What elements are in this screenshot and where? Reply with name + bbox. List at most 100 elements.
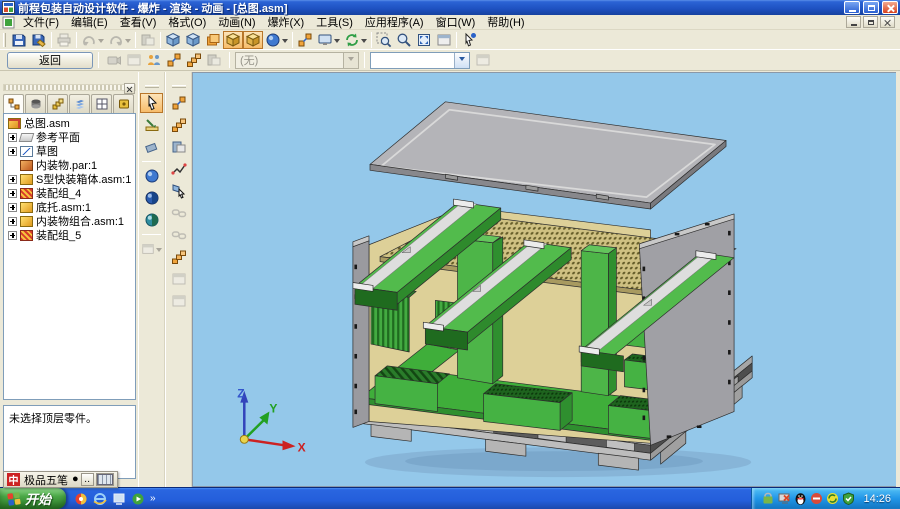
named-views-button[interactable]: [315, 31, 342, 49]
tree-item-contents-assembly[interactable]: 内装物组合.asm:1: [5, 214, 134, 228]
tree-item-sketch[interactable]: 草图: [5, 144, 134, 158]
dropdown-arrow-icon[interactable]: [98, 39, 104, 46]
back-button[interactable]: 返回: [7, 52, 93, 69]
expand-icon[interactable]: [8, 203, 17, 212]
child-minimize-button[interactable]: [846, 16, 861, 28]
show-desktop-icon[interactable]: [112, 492, 126, 506]
app-launcher-icon[interactable]: [74, 492, 88, 506]
ime-name[interactable]: 极品五笔: [22, 472, 70, 488]
context-help-button[interactable]: [459, 31, 479, 49]
menu-file[interactable]: 文件(F): [17, 14, 65, 30]
tree-item-contents-part[interactable]: 内装物.par:1: [5, 158, 134, 172]
shaded-view-button[interactable]: [203, 31, 223, 49]
explode-parts-button[interactable]: [164, 51, 184, 69]
menu-edit[interactable]: 编辑(E): [65, 14, 114, 30]
tab-assembly-pathfinder[interactable]: [3, 94, 24, 113]
tree-item-root[interactable]: 总图.asm: [5, 116, 134, 130]
close-button[interactable]: [882, 1, 898, 14]
minimize-button[interactable]: [844, 1, 860, 14]
menu-animation[interactable]: 动画(N): [212, 14, 261, 30]
rotate-view-button[interactable]: [342, 31, 369, 49]
restore-button[interactable]: [863, 1, 879, 14]
panel-close-button[interactable]: [124, 83, 135, 94]
tab-sensors[interactable]: [91, 94, 112, 113]
wireframe-view-button[interactable]: [163, 31, 183, 49]
child-close-button[interactable]: [880, 16, 895, 28]
render-scene-button[interactable]: [140, 188, 163, 208]
tree-item-pallet-assembly[interactable]: 底托.asm:1: [5, 200, 134, 214]
expand-icon[interactable]: [8, 217, 17, 226]
ime-language-button[interactable]: 中: [7, 473, 20, 486]
settings-button[interactable]: [167, 291, 190, 311]
ime-punctuation-toggle[interactable]: ‥: [81, 473, 94, 486]
toolbar-grip[interactable]: [3, 33, 6, 47]
toolbar-grip[interactable]: [172, 85, 186, 88]
antivirus-icon[interactable]: [810, 492, 823, 505]
zoom-button[interactable]: [394, 31, 414, 49]
reposition-tool-button[interactable]: [167, 181, 190, 201]
tree-item-assembly-group-4[interactable]: 装配组_4: [5, 186, 134, 200]
explode-options-button[interactable]: [184, 51, 204, 69]
render-preview-button[interactable]: [140, 166, 163, 186]
taskbar-clock[interactable]: 14:26: [863, 493, 891, 505]
unbind-parts-button[interactable]: [167, 225, 190, 245]
menu-help[interactable]: 帮助(H): [481, 14, 530, 30]
collapse-button[interactable]: [204, 51, 224, 69]
tree-item-reference-planes[interactable]: 参考平面: [5, 130, 134, 144]
render-settings-button[interactable]: [140, 210, 163, 230]
erase-tool-button[interactable]: [140, 137, 163, 157]
network-error-icon[interactable]: [778, 492, 791, 505]
menu-applications[interactable]: 应用程序(A): [359, 14, 430, 30]
animation-select-combo[interactable]: (无): [235, 52, 359, 69]
dropdown-arrow-icon[interactable]: [334, 39, 340, 46]
capture-button[interactable]: [104, 51, 124, 69]
redo-button[interactable]: [106, 31, 133, 49]
menu-view[interactable]: 查看(V): [114, 14, 163, 30]
shield-icon[interactable]: [842, 492, 855, 505]
start-button[interactable]: 开始: [0, 488, 66, 509]
tree-item-assembly-group-5[interactable]: 装配组_5: [5, 228, 134, 242]
dropdown-arrow-icon[interactable]: [282, 39, 288, 46]
fit-view-button[interactable]: [414, 31, 434, 49]
child-restore-button[interactable]: [863, 16, 878, 28]
3d-viewport[interactable]: Z Y X: [192, 72, 896, 487]
tab-help[interactable]: [113, 94, 134, 113]
menu-tools[interactable]: 工具(S): [310, 14, 359, 30]
menu-format[interactable]: 格式(O): [162, 14, 212, 30]
ime-keyboard-button[interactable]: [96, 473, 114, 486]
more-tools-button[interactable]: [140, 239, 163, 259]
move-part-tool-button[interactable]: [167, 137, 190, 157]
expand-icon[interactable]: [8, 189, 17, 198]
expand-icon[interactable]: [8, 147, 17, 156]
animation-editor-button[interactable]: [124, 51, 144, 69]
toolbar-grip[interactable]: [145, 85, 159, 88]
combo-dropdown-button[interactable]: [454, 53, 469, 68]
apply-config-button[interactable]: [473, 51, 493, 69]
tab-alternate-assemblies[interactable]: [47, 94, 68, 113]
select-tool-button[interactable]: [140, 93, 163, 113]
bind-parts-button[interactable]: [167, 203, 190, 223]
common-views-button[interactable]: [295, 31, 315, 49]
security-lock-icon[interactable]: [762, 492, 775, 505]
save-as-button[interactable]: [29, 31, 49, 49]
render-options-button[interactable]: [263, 31, 290, 49]
render-mode-button[interactable]: [243, 31, 263, 49]
quick-launch-overflow-button[interactable]: »: [150, 493, 156, 504]
auto-explode-button[interactable]: [144, 51, 164, 69]
hidden-edge-view-button[interactable]: [183, 31, 203, 49]
drop-part-button[interactable]: [167, 269, 190, 289]
previous-view-button[interactable]: [434, 31, 454, 49]
paste-link-button[interactable]: [138, 31, 158, 49]
explode-step-tool-button[interactable]: [167, 115, 190, 135]
panel-grip[interactable]: [3, 84, 136, 91]
shaded-with-edges-button[interactable]: [223, 31, 243, 49]
config-select-combo[interactable]: [370, 52, 470, 69]
expand-icon[interactable]: [8, 175, 17, 184]
zoom-area-button[interactable]: [374, 31, 394, 49]
tab-library[interactable]: [25, 94, 46, 113]
media-player-icon[interactable]: [131, 492, 145, 506]
menu-explode[interactable]: 爆炸(X): [262, 14, 311, 30]
dropdown-arrow-icon[interactable]: [361, 39, 367, 46]
undo-button[interactable]: [79, 31, 106, 49]
auto-explode-tool-button[interactable]: [167, 93, 190, 113]
